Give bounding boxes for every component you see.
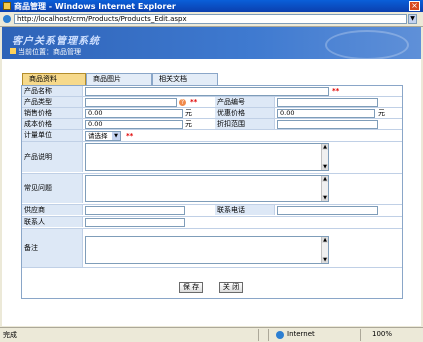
scroll-down-icon[interactable]: ▼: [322, 257, 328, 263]
cost-price-input[interactable]: 0.00: [85, 120, 183, 129]
page-content: 客户关系管理系统 当前位置：商品管理 商品资料 商品图片 相关文档 产品名称 *…: [2, 27, 421, 326]
status-bar: 完成 Internet 100%: [0, 327, 423, 342]
scroll-up-icon[interactable]: ▲: [322, 237, 328, 243]
scroll-down-icon[interactable]: ▼: [322, 164, 328, 170]
unit-label: 计量单位: [22, 130, 83, 141]
scroll-down-icon[interactable]: ▼: [322, 195, 328, 201]
security-zone: Internet: [287, 330, 315, 338]
faq-scrollbar[interactable]: ▲ ▼: [321, 176, 328, 201]
product-form: 产品名称 ** 产品类型 ? ** 产品编号 销售价格 0.00 元 优惠价格 …: [21, 85, 403, 299]
supplier-input[interactable]: [85, 206, 185, 215]
status-text: 完成: [3, 331, 17, 339]
address-bar: http://localhost/crm/Products/Products_E…: [0, 12, 423, 27]
sale-price-input[interactable]: 0.00: [85, 109, 183, 118]
close-button[interactable]: 关 闭: [219, 282, 243, 293]
contact-label: 联系人: [22, 217, 83, 227]
discount-price-label: 优惠价格: [215, 108, 275, 118]
unit-select-value: 请选择: [88, 132, 108, 140]
url-dropdown-button[interactable]: ▼: [408, 14, 417, 24]
tab-product-info[interactable]: 商品资料: [22, 73, 86, 85]
product-code-label: 产品编号: [215, 97, 275, 107]
cost-price-label: 成本价格: [22, 119, 83, 129]
description-textarea[interactable]: ▲ ▼: [85, 143, 329, 171]
product-name-required: **: [332, 87, 340, 95]
description-label: 产品说明: [22, 142, 83, 172]
cost-price-unit: 元: [185, 120, 192, 128]
discount-price-unit: 元: [378, 109, 385, 117]
supplier-label: 供应商: [22, 205, 83, 215]
chevron-down-icon: ▼: [112, 132, 120, 140]
faq-textarea[interactable]: ▲ ▼: [85, 175, 329, 202]
scroll-up-icon[interactable]: ▲: [322, 176, 328, 182]
product-type-input[interactable]: [85, 98, 177, 107]
ie-icon: [3, 15, 11, 23]
zoom-level[interactable]: 100%: [372, 330, 392, 338]
contact-phone-input[interactable]: [277, 206, 378, 215]
save-button[interactable]: 保 存: [179, 282, 203, 293]
product-code-input[interactable]: [277, 98, 378, 107]
tab-related-docs[interactable]: 相关文档: [152, 73, 218, 85]
system-title: 客户关系管理系统: [12, 36, 100, 47]
product-type-required: **: [190, 98, 198, 106]
remark-textarea[interactable]: ▲ ▼: [85, 236, 329, 264]
header-banner: 客户关系管理系统 当前位置：商品管理: [2, 27, 421, 60]
tab-product-images[interactable]: 商品图片: [86, 73, 152, 85]
discount-price-input[interactable]: 0.00: [277, 109, 375, 118]
url-field[interactable]: http://localhost/crm/Products/Products_E…: [14, 14, 407, 24]
discount-range-input[interactable]: [277, 120, 378, 129]
contact-phone-label: 联系电话: [215, 205, 275, 215]
title-bar: 商品管理 - Windows Internet Explorer ×: [0, 0, 423, 12]
product-type-label: 产品类型: [22, 97, 83, 107]
unit-select[interactable]: 请选择 ▼: [85, 131, 121, 141]
scroll-up-icon[interactable]: ▲: [322, 144, 328, 150]
browser-window: 商品管理 - Windows Internet Explorer × http:…: [0, 0, 423, 342]
sale-price-label: 销售价格: [22, 108, 83, 118]
contact-input[interactable]: [85, 218, 185, 227]
close-window-button[interactable]: ×: [409, 1, 420, 11]
product-name-input[interactable]: [85, 87, 329, 96]
internet-zone-icon: [276, 331, 284, 339]
remark-label: 备注: [22, 229, 83, 267]
faq-label: 常见问题: [22, 174, 83, 203]
breadcrumb: 当前位置：商品管理: [18, 48, 81, 56]
product-name-label: 产品名称: [22, 86, 83, 96]
unit-required: **: [126, 132, 134, 140]
window-title: 商品管理 - Windows Internet Explorer: [14, 2, 176, 11]
discount-range-label: 折扣范围: [215, 119, 275, 129]
sale-price-unit: 元: [185, 109, 192, 117]
location-icon: [10, 48, 16, 54]
remark-scrollbar[interactable]: ▲ ▼: [321, 237, 328, 263]
description-scrollbar[interactable]: ▲ ▼: [321, 144, 328, 170]
banner-decoration: [325, 30, 409, 60]
product-type-help-icon[interactable]: ?: [179, 99, 186, 106]
app-icon: [3, 2, 11, 10]
